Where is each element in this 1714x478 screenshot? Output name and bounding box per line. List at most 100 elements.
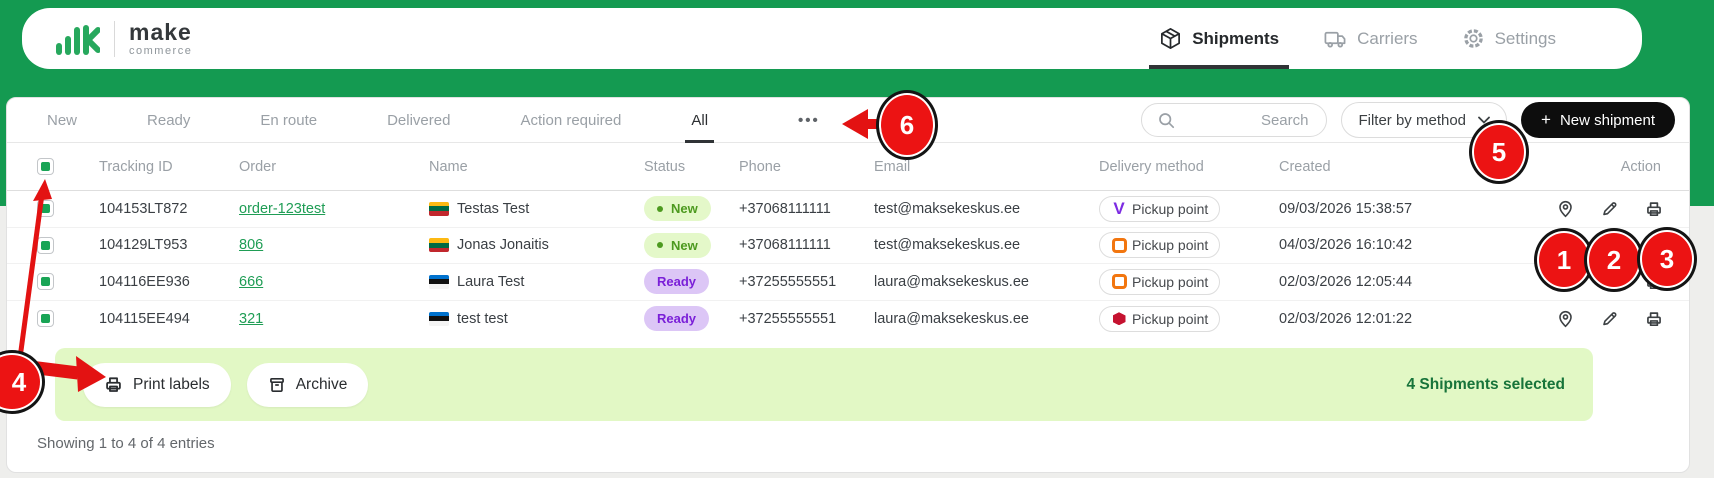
archive-label: Archive bbox=[296, 376, 348, 394]
col-action: Action bbox=[1549, 159, 1689, 175]
phone-number: +37068111111 bbox=[739, 237, 874, 253]
delivery-method-label: Pickup point bbox=[1132, 201, 1208, 217]
shipments-panel: New Ready En route Delivered Action requ… bbox=[6, 97, 1690, 473]
edit-button[interactable] bbox=[1601, 200, 1618, 218]
new-shipment-label: New shipment bbox=[1560, 112, 1655, 129]
filter-label: Filter by method bbox=[1358, 112, 1466, 129]
country-flag-icon bbox=[429, 238, 449, 252]
created-timestamp: 02/03/2026 12:05:44 bbox=[1279, 274, 1549, 290]
col-tracking-id: Tracking ID bbox=[99, 159, 239, 175]
map-pin-icon bbox=[1557, 200, 1574, 218]
created-timestamp: 04/03/2026 16:10:42 bbox=[1279, 237, 1549, 253]
tab-more-dots[interactable]: ••• bbox=[798, 98, 820, 142]
row-checkbox[interactable] bbox=[37, 310, 54, 327]
print-button[interactable] bbox=[1645, 310, 1663, 328]
printer-icon bbox=[1645, 200, 1663, 218]
nav-item-carriers[interactable]: Carriers bbox=[1323, 8, 1417, 69]
pencil-icon bbox=[1601, 200, 1618, 217]
col-delivery-method: Delivery method bbox=[1099, 159, 1279, 175]
search-input[interactable] bbox=[1183, 111, 1310, 130]
status-badge: New bbox=[644, 196, 711, 221]
row-checkbox[interactable] bbox=[37, 237, 54, 254]
logo-divider bbox=[114, 21, 115, 57]
email-address: test@maksekeskus.ee bbox=[874, 237, 1099, 253]
delivery-method-label: Pickup point bbox=[1132, 311, 1208, 327]
email-address: laura@maksekeskus.ee bbox=[874, 311, 1099, 327]
status-badge: Ready bbox=[644, 306, 709, 331]
print-labels-label: Print labels bbox=[133, 376, 210, 394]
printer-icon bbox=[1645, 310, 1663, 328]
phone-number: +37255555551 bbox=[739, 311, 874, 327]
checkbox-check bbox=[41, 241, 50, 250]
makecommerce-logo: make commerce bbox=[56, 21, 192, 57]
email-address: laura@maksekeskus.ee bbox=[874, 274, 1099, 290]
selected-count-text: 4 Shipments selected bbox=[1406, 376, 1565, 394]
customer-name: test test bbox=[457, 311, 508, 327]
col-email: Email bbox=[874, 159, 1099, 175]
edit-button[interactable] bbox=[1601, 310, 1618, 328]
nav-label: Carriers bbox=[1357, 29, 1417, 49]
search-icon bbox=[1158, 112, 1175, 129]
nav-label: Shipments bbox=[1192, 29, 1279, 49]
customer-name: Testas Test bbox=[457, 201, 529, 217]
tab-ready[interactable]: Ready bbox=[147, 98, 190, 142]
delivery-method-label: Pickup point bbox=[1132, 274, 1208, 290]
entries-summary: Showing 1 to 4 of 4 entries bbox=[37, 435, 215, 452]
phone-number: +37255555551 bbox=[739, 274, 874, 290]
carrier-logo-icon bbox=[1111, 274, 1127, 290]
checkbox-check bbox=[41, 204, 50, 213]
nav-label: Settings bbox=[1495, 29, 1556, 49]
carrier-logo-icon bbox=[1111, 201, 1127, 217]
status-badge: Ready bbox=[644, 269, 709, 294]
order-link[interactable]: 806 bbox=[239, 237, 263, 253]
delivery-method-badge: Pickup point bbox=[1099, 306, 1220, 332]
annotation-circle-3: 3 bbox=[1642, 232, 1692, 286]
table-row: 104129LT953 806 Jonas Jonaitis New +3706… bbox=[7, 228, 1689, 265]
pencil-icon bbox=[1601, 310, 1618, 327]
nav-item-shipments[interactable]: Shipments bbox=[1159, 8, 1279, 69]
pickup-location-button[interactable] bbox=[1557, 310, 1574, 328]
tab-all[interactable]: All bbox=[691, 98, 708, 142]
logo-bars-icon bbox=[56, 23, 100, 55]
table-body: 104153LT872 order-123test Testas Test Ne… bbox=[7, 191, 1689, 337]
tab-new[interactable]: New bbox=[47, 98, 77, 142]
table-row: 104116EE936 666 Laura Test Ready +372555… bbox=[7, 264, 1689, 301]
logo-text-commerce: commerce bbox=[129, 46, 192, 57]
phone-number: +37068111111 bbox=[739, 201, 874, 217]
delivery-method-badge: Pickup point bbox=[1099, 269, 1220, 295]
carrier-logo-icon bbox=[1111, 237, 1127, 253]
search-box[interactable] bbox=[1141, 103, 1327, 137]
carrier-logo-icon bbox=[1111, 311, 1127, 327]
tab-action-required[interactable]: Action required bbox=[520, 98, 621, 142]
delivery-method-label: Pickup point bbox=[1132, 237, 1208, 253]
map-pin-icon bbox=[1557, 310, 1574, 328]
print-button[interactable] bbox=[1645, 200, 1663, 218]
order-link[interactable]: 321 bbox=[239, 311, 263, 327]
order-link[interactable]: order-123test bbox=[239, 201, 325, 217]
archive-button[interactable]: Archive bbox=[247, 363, 369, 407]
country-flag-icon bbox=[429, 275, 449, 289]
selection-action-bar: Print labels Archive 4 Shipments selecte… bbox=[55, 348, 1593, 421]
new-shipment-button[interactable]: + New shipment bbox=[1521, 102, 1675, 138]
annotation-circle-6: 6 bbox=[881, 95, 933, 155]
nav-item-settings[interactable]: Settings bbox=[1462, 8, 1556, 69]
tab-en-route[interactable]: En route bbox=[260, 98, 317, 142]
top-navigation: Shipments Carriers Settings bbox=[1159, 8, 1642, 69]
tab-delivered[interactable]: Delivered bbox=[387, 98, 450, 142]
table-header-row: Tracking ID Order Name Status Phone Emai… bbox=[7, 143, 1689, 191]
row-checkbox[interactable] bbox=[37, 273, 54, 290]
order-link[interactable]: 666 bbox=[239, 274, 263, 290]
logo-text-make: make bbox=[129, 21, 192, 44]
table-row: 104153LT872 order-123test Testas Test Ne… bbox=[7, 191, 1689, 228]
col-status: Status bbox=[644, 159, 739, 175]
archive-icon bbox=[268, 376, 286, 394]
col-phone: Phone bbox=[739, 159, 874, 175]
email-address: test@maksekeskus.ee bbox=[874, 201, 1099, 217]
delivery-method-badge: Pickup point bbox=[1099, 232, 1220, 258]
customer-name: Laura Test bbox=[457, 274, 524, 290]
row-checkbox[interactable] bbox=[37, 200, 54, 217]
print-labels-button[interactable]: Print labels bbox=[83, 363, 231, 407]
pickup-location-button[interactable] bbox=[1557, 200, 1574, 218]
select-all-checkbox[interactable] bbox=[37, 158, 54, 175]
created-timestamp: 02/03/2026 12:01:22 bbox=[1279, 311, 1549, 327]
